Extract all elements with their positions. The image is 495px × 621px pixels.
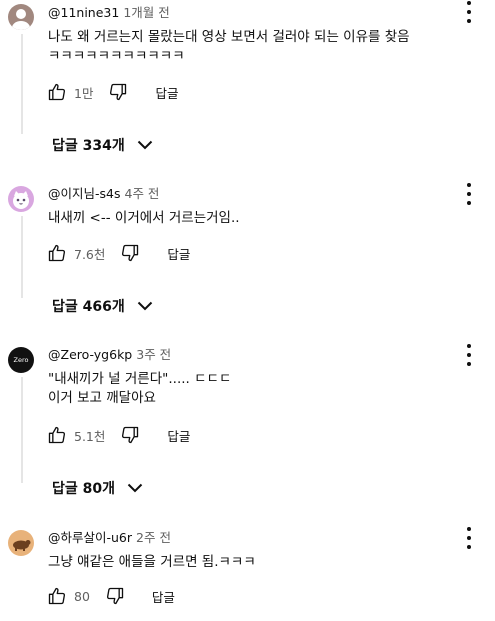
like-count: 7.6천 [74, 246, 106, 262]
thumb-up-icon[interactable] [46, 424, 68, 446]
comment-text: 그냥 얘같은 애들을 거르면 됨.ㅋㅋㅋ [48, 554, 256, 570]
more-vert-icon[interactable] [460, 182, 478, 206]
like-count: 80 [74, 588, 90, 604]
view-replies-button[interactable]: 답글 80개 [52, 476, 143, 500]
like-count: 1만 [74, 85, 94, 101]
thread-line [21, 34, 23, 134]
view-replies-button[interactable]: 답글 466개 [52, 294, 153, 318]
author-name[interactable]: @이지님-s4s [48, 186, 121, 201]
thread-line [21, 216, 23, 298]
avatar-label: Zero [13, 356, 29, 364]
action-bar: 80 답글 [46, 584, 175, 608]
reply-button[interactable]: 답글 [155, 83, 178, 102]
avatar[interactable] [8, 186, 34, 212]
thumb-down-icon[interactable] [119, 242, 141, 264]
avatar[interactable] [8, 530, 34, 556]
author-name[interactable]: @11nine31 [48, 5, 119, 20]
view-replies-button[interactable]: 답글 334개 [52, 133, 153, 157]
action-bar: 5.1천 답글 [46, 423, 190, 447]
author-name[interactable]: @Zero-yg6kp [48, 347, 132, 362]
action-bar: 7.6천 답글 [46, 241, 190, 265]
comment-meta: @하루살이-u6r 2주 전 [48, 530, 171, 546]
comment-text: 나도 왜 거르는지 몰랐는대 영상 보면서 걸러야 되는 이유를 찾음 ㅋㅋㅋㅋ… [48, 29, 414, 64]
timestamp[interactable]: 4주 전 [125, 186, 160, 201]
thumb-up-icon[interactable] [46, 585, 68, 607]
more-vert-icon[interactable] [460, 0, 478, 24]
chevron-down-icon [137, 140, 153, 150]
replies-count-label: 답글 80개 [52, 481, 115, 497]
replies-count-label: 답글 334개 [52, 138, 125, 154]
timestamp[interactable]: 2주 전 [136, 530, 171, 545]
avatar[interactable]: Zero [8, 347, 34, 373]
thumb-down-icon[interactable] [107, 81, 129, 103]
comment-text: "내새끼가 널 거른다"..... ㄷㄷㄷ 이거 보고 깨달아요 [48, 371, 232, 406]
like-count: 5.1천 [74, 428, 106, 444]
thumb-up-icon[interactable] [46, 242, 68, 264]
action-bar: 1만 답글 [46, 80, 178, 104]
comment-meta: @Zero-yg6kp 3주 전 [48, 347, 171, 363]
avatar[interactable] [8, 4, 34, 30]
comment-text: 내새끼 <-- 이거에서 거르는거임.. [48, 210, 240, 226]
timestamp[interactable]: 3주 전 [136, 347, 171, 362]
comment-meta: @11nine31 1개월 전 [48, 5, 170, 21]
thumb-down-icon[interactable] [119, 424, 141, 446]
author-name[interactable]: @하루살이-u6r [48, 530, 132, 545]
thumb-up-icon[interactable] [46, 81, 68, 103]
comment-meta: @이지님-s4s 4주 전 [48, 186, 159, 202]
thread-line [21, 377, 23, 483]
timestamp[interactable]: 1개월 전 [123, 5, 169, 20]
replies-count-label: 답글 466개 [52, 299, 125, 315]
reply-button[interactable]: 답글 [167, 244, 190, 263]
more-vert-icon[interactable] [460, 526, 478, 550]
chevron-down-icon [137, 301, 153, 311]
chevron-down-icon [127, 483, 143, 493]
reply-button[interactable]: 답글 [152, 587, 175, 606]
thumb-down-icon[interactable] [104, 585, 126, 607]
more-vert-icon[interactable] [460, 343, 478, 367]
reply-button[interactable]: 답글 [167, 426, 190, 445]
